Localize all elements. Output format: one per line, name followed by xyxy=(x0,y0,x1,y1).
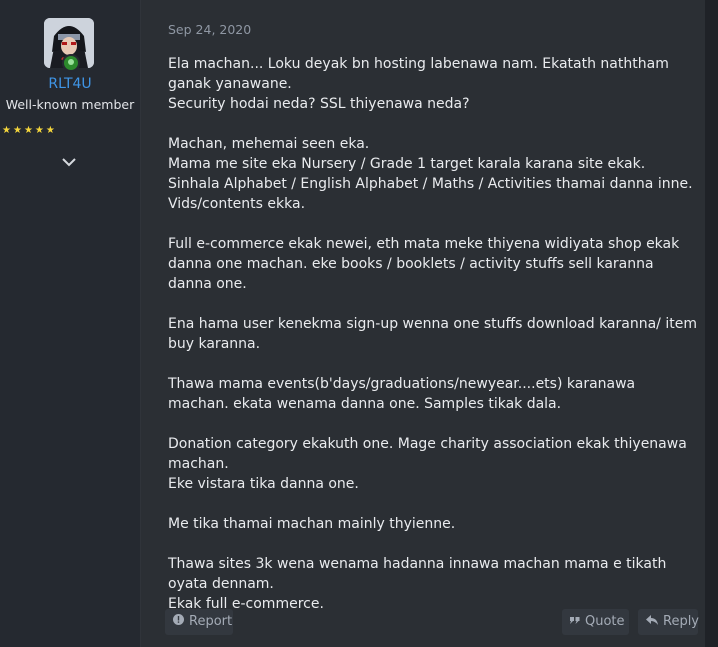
paragraph: Ela machan... Loku deyak bn hosting labe… xyxy=(168,54,698,114)
rating-stars: ★ ★ ★ ★ ★ xyxy=(2,124,55,138)
text-line: Ena hama user kenekma sign-up wenna one … xyxy=(168,316,697,352)
star-icon: ★ xyxy=(45,125,55,136)
expand-user-details-button[interactable] xyxy=(60,154,78,168)
text-line: Full e-commerce ekak newei, eth mata mek… xyxy=(168,236,680,292)
reply-label: Reply xyxy=(663,614,700,629)
text-line: Security hodai neda? SSL thiyenawa neda? xyxy=(168,96,470,112)
text-line: Sinhala Alphabet / English Alphabet / Ma… xyxy=(168,176,693,192)
quote-button[interactable]: Quote xyxy=(562,609,629,635)
paragraph: Ena hama user kenekma sign-up wenna one … xyxy=(168,314,698,354)
user-title: Well-known member xyxy=(5,97,135,112)
star-icon: ★ xyxy=(2,125,11,136)
text-line: Thawa mama events(b'days/graduations/new… xyxy=(168,376,636,412)
text-line: Ela machan... Loku deyak bn hosting labe… xyxy=(168,56,669,92)
text-line: Thawa sites 3k wena wenama hadanna innaw… xyxy=(168,556,667,592)
star-icon: ★ xyxy=(12,125,22,136)
star-icon: ★ xyxy=(23,125,33,136)
paragraph: Donation category ekakuth one. Mage char… xyxy=(168,434,698,494)
quote-label: Quote xyxy=(585,614,625,629)
user-pane: RLT4U Well-known member ★ ★ ★ ★ ★ xyxy=(0,0,141,647)
paragraph: Me tika thamai machan mainly thyienne. xyxy=(168,514,698,534)
report-label: Report xyxy=(189,614,233,629)
text-line: Me tika thamai machan mainly thyienne. xyxy=(168,516,456,532)
text-line: Donation category ekakuth one. Mage char… xyxy=(168,436,687,472)
text-line: Mama me site eka Nursery / Grade 1 targe… xyxy=(168,156,646,172)
text-line: Machan, mehemai seen eka. xyxy=(168,136,370,152)
text-line: Eke vistara tika danna one. xyxy=(168,476,359,492)
paragraph: Thawa sites 3k wena wenama hadanna innaw… xyxy=(168,554,698,614)
post-date[interactable]: Sep 24, 2020 xyxy=(168,22,251,37)
alert-circle-icon xyxy=(173,609,184,635)
page-gutter xyxy=(705,0,718,647)
username-link[interactable]: RLT4U xyxy=(0,76,140,92)
reply-button[interactable]: Reply xyxy=(638,609,700,635)
paragraph: Machan, mehemai seen eka. Mama me site e… xyxy=(168,134,698,214)
online-status-icon xyxy=(62,54,80,72)
forum-post: RLT4U Well-known member ★ ★ ★ ★ ★ Sep 24… xyxy=(0,0,705,647)
text-line: Vids/contents ekka. xyxy=(168,196,306,212)
star-icon: ★ xyxy=(34,125,44,136)
paragraph: Thawa mama events(b'days/graduations/new… xyxy=(168,374,698,414)
post-main: Sep 24, 2020 Ela machan... Loku deyak bn… xyxy=(168,0,705,647)
chevron-down-icon xyxy=(62,158,76,167)
reply-icon xyxy=(646,609,658,635)
quote-icon xyxy=(570,609,580,635)
avatar-wrap[interactable] xyxy=(44,18,94,72)
post-body: Ela machan... Loku deyak bn hosting labe… xyxy=(168,54,698,614)
report-button[interactable]: Report xyxy=(165,609,233,635)
paragraph: Full e-commerce ekak newei, eth mata mek… xyxy=(168,234,698,294)
